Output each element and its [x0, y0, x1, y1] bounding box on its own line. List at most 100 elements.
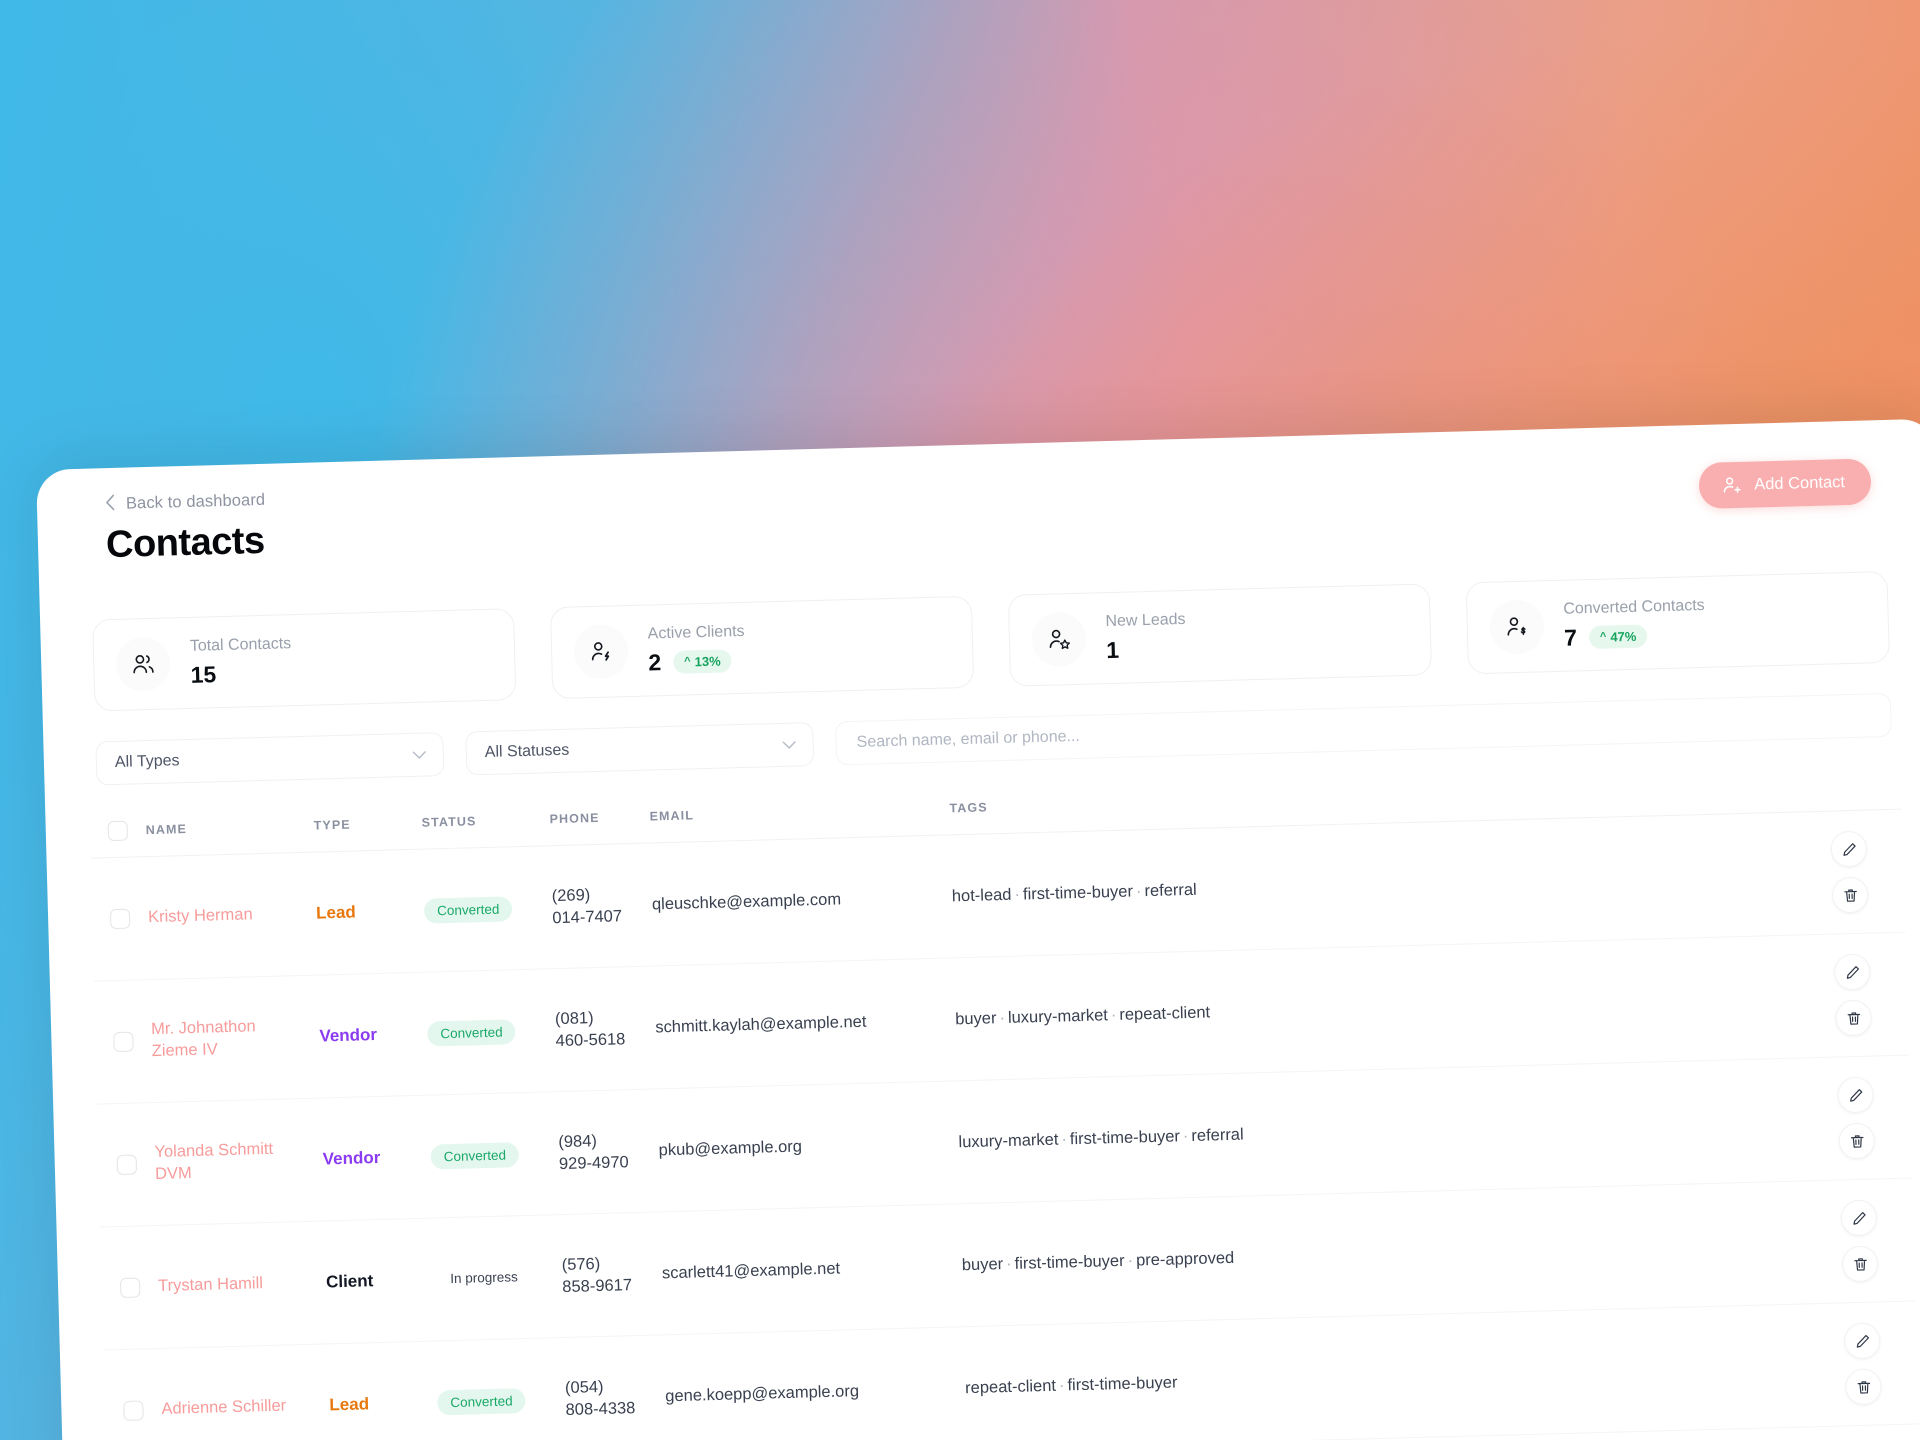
cell-email: scarlett41@example.net [660, 1203, 964, 1335]
stat-card-new-leads: New Leads 1 [1007, 583, 1433, 687]
tag: referral [1144, 880, 1197, 900]
caret-up-icon: ^ [1599, 630, 1607, 643]
row-checkbox[interactable] [119, 1277, 141, 1299]
back-to-dashboard-link[interactable]: Back to dashboard [81, 490, 266, 515]
status-text: In progress [450, 1269, 518, 1286]
type-filter-value: All Types [114, 752, 180, 771]
contact-email[interactable]: scarlett41@example.net [662, 1259, 841, 1282]
cell-tags: hot-lead · first-time-buyer · referral [950, 812, 1798, 958]
caret-up-icon: ^ [684, 655, 691, 668]
cell-actions [1797, 932, 1909, 1058]
trash-icon[interactable] [1831, 876, 1869, 914]
trash-icon[interactable] [1838, 1122, 1876, 1160]
tag: buyer [961, 1254, 1004, 1274]
screen: Back to dashboard Contacts Add Contact T… [0, 0, 1920, 1440]
type-filter-select[interactable]: All Types [95, 732, 445, 786]
trash-icon[interactable] [1841, 1245, 1879, 1283]
column-header-name[interactable]: NAME [145, 805, 315, 857]
user-star-icon [1031, 611, 1087, 668]
add-contact-label: Add Contact [1753, 472, 1846, 494]
row-checkbox[interactable] [116, 1154, 138, 1176]
cell-type: Vendor [321, 1095, 433, 1221]
contact-name[interactable]: Yolanda Schmitt DVM [154, 1138, 305, 1186]
trash-icon[interactable] [1844, 1368, 1882, 1406]
user-bolt-icon [573, 624, 629, 680]
edit-icon[interactable] [1833, 953, 1871, 991]
row-checkbox[interactable] [123, 1400, 144, 1421]
tag: first-time-buyer [1014, 1251, 1125, 1273]
user-dollar-icon [1489, 599, 1545, 655]
status-filter-select[interactable]: All Statuses [465, 722, 815, 776]
contact-type: Client [325, 1271, 374, 1292]
cell-actions [1800, 1055, 1912, 1181]
select-all-checkbox[interactable] [107, 820, 129, 842]
contact-name[interactable]: Kristy Herman [148, 903, 299, 929]
cell-name: Yolanda Schmitt DVM [153, 1098, 325, 1226]
tag: hot-lead [951, 885, 1012, 905]
contact-email[interactable]: pkub@example.org [658, 1137, 802, 1159]
cell-name: Kristy Herman [146, 852, 318, 980]
cell-email: pkub@example.org [656, 1080, 961, 1212]
cell-actions [1807, 1300, 1919, 1427]
cell-phone: (984) 929-4970 [557, 1088, 661, 1215]
cell-phone: (576) 858-9617 [560, 1211, 664, 1338]
column-header-phone[interactable]: PHONE [549, 796, 651, 846]
cell-tags: buyer · luxury-market · repeat-client [953, 935, 1801, 1081]
cell-actions [1803, 1178, 1916, 1304]
cell-type: Lead [314, 849, 426, 976]
column-header-email[interactable]: EMAIL [649, 788, 951, 844]
cell-name: Adrienne Schiller [159, 1343, 332, 1440]
contact-tags: hot-lead · first-time-buyer · referral [952, 880, 1197, 905]
column-header-actions [1792, 762, 1902, 813]
stat-label: Active Clients [647, 622, 745, 643]
tag-separator: · [1182, 1126, 1189, 1145]
chevron-left-icon [105, 494, 117, 514]
contact-email[interactable]: qleuschke@example.com [652, 890, 842, 913]
back-link-label: Back to dashboard [125, 490, 266, 513]
column-header-type[interactable]: TYPE [313, 802, 423, 853]
stat-text: Total Contacts 15 [190, 635, 293, 689]
cell-type: Vendor [317, 972, 430, 1099]
stat-value: 1 [1105, 636, 1120, 663]
tag-separator: · [1135, 881, 1142, 900]
stat-label: Converted Contacts [1563, 596, 1705, 618]
cell-tags: buyer · first-time-buyer · pre-approved [960, 1180, 1808, 1327]
tag-separator: · [1127, 1251, 1134, 1270]
stat-value: 2 [648, 648, 662, 675]
stats-row: Total Contacts 15 Active Clients 2 ^ 13%… [84, 570, 1898, 712]
trash-icon[interactable] [1835, 999, 1872, 1037]
stat-delta-badge: ^ 13% [672, 648, 732, 674]
contact-email[interactable]: schmitt.kaylah@example.net [655, 1012, 867, 1036]
stat-text: New Leads 1 [1105, 610, 1186, 663]
cell-phone: (269) 014-7407 [550, 843, 654, 969]
tag: first-time-buyer [1022, 881, 1134, 903]
edit-icon[interactable] [1830, 830, 1868, 868]
row-checkbox[interactable] [113, 1031, 134, 1053]
select-all-header [89, 810, 147, 859]
edit-icon[interactable] [1843, 1322, 1881, 1360]
status-filter-value: All Statuses [484, 741, 570, 761]
contact-name[interactable]: Trystan Hamill [158, 1272, 309, 1298]
add-contact-button[interactable]: Add Contact [1698, 458, 1872, 510]
row-select-cell [97, 1102, 157, 1228]
contact-phone: (054) 808-4338 [564, 1377, 636, 1420]
tag: pre-approved [1135, 1248, 1235, 1270]
contact-name[interactable]: Mr. Johnathon Zieme IV [151, 1015, 302, 1063]
column-header-status[interactable]: STATUS [421, 799, 551, 850]
contact-type: Vendor [319, 1024, 378, 1046]
edit-icon[interactable] [1837, 1076, 1875, 1114]
user-plus-icon [1721, 474, 1744, 497]
contact-email[interactable]: gene.koepp@example.org [665, 1382, 859, 1405]
row-checkbox[interactable] [109, 908, 131, 930]
edit-icon[interactable] [1840, 1199, 1878, 1237]
tag-separator: · [999, 1008, 1006, 1027]
tag: first-time-buyer [1067, 1372, 1178, 1394]
cell-email: gene.koepp@example.org [663, 1326, 967, 1440]
stat-label: New Leads [1105, 610, 1186, 630]
search-input[interactable] [835, 692, 1892, 766]
stat-delta-value: 47% [1610, 628, 1637, 644]
contact-phone: (576) 858-9617 [561, 1254, 633, 1297]
stat-value: 15 [190, 660, 217, 688]
contact-name[interactable]: Adrienne Schiller [161, 1395, 312, 1421]
tag: referral [1191, 1125, 1244, 1145]
